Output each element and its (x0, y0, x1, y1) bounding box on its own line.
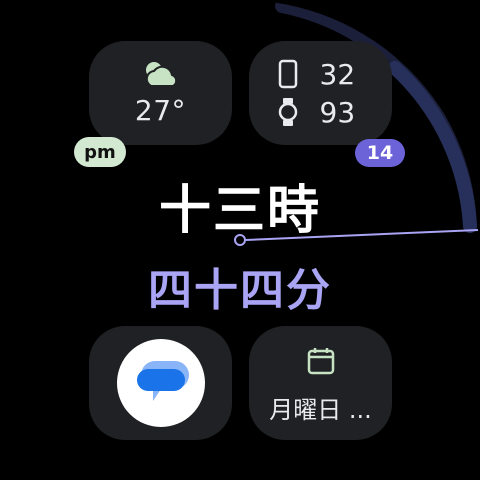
hours-text: 十三時 (158, 181, 321, 241)
minutes-text: 四十四分 (148, 265, 332, 316)
watch-icon (274, 97, 302, 127)
notification-count-badge[interactable]: 14 (355, 139, 405, 167)
ampm-badge: pm (74, 137, 126, 167)
calendar-event-text: 月曜日 ... (269, 395, 372, 424)
messages-app-icon (116, 339, 205, 427)
calendar-icon (307, 347, 334, 374)
temperature: 27° (134, 93, 187, 127)
phone-battery-level: 32 (319, 57, 356, 91)
watch-battery-row: 93 (274, 93, 368, 131)
battery-complication[interactable]: 32 93 (249, 41, 392, 145)
phone-icon (274, 59, 302, 89)
calendar-complication[interactable]: 月曜日 ... (249, 326, 392, 440)
phone-battery-row: 32 (274, 55, 368, 93)
weather-complication[interactable]: 27° (89, 41, 232, 145)
watch-face: 27° 32 93 pm 14 十三時 四十四分 月曜日 ... (0, 0, 480, 480)
watch-battery-level: 93 (319, 95, 356, 129)
messages-complication[interactable] (89, 326, 232, 440)
partly-cloudy-icon (145, 61, 177, 87)
